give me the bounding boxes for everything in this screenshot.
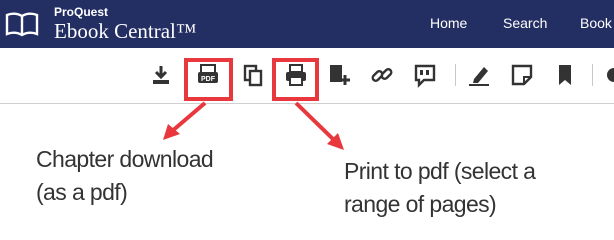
highlight-button[interactable] — [466, 62, 492, 88]
add-to-bookshelf-button[interactable] — [326, 62, 352, 88]
bookmark-button[interactable] — [552, 62, 578, 88]
arrow-to-chapter-download — [163, 101, 207, 140]
link-button[interactable] — [369, 62, 395, 88]
open-book-logo-icon[interactable] — [5, 10, 39, 38]
add-to-bookshelf-icon — [330, 65, 350, 85]
nav-home[interactable]: Home — [430, 15, 467, 31]
brand-ebook-central: Ebook Central™ — [54, 19, 197, 43]
print-highlight-box — [272, 58, 319, 101]
print-to-pdf-text: Print to pdf (select a range of pages) — [344, 158, 536, 217]
more-button[interactable] — [604, 62, 614, 88]
note-icon — [511, 64, 533, 86]
chapter-download-label: Chapter download (as a pdf) — [36, 143, 256, 209]
nav-search[interactable]: Search — [503, 15, 547, 31]
chapter-download-text: Chapter download (as a pdf) — [36, 146, 214, 205]
bookmark-icon — [559, 65, 571, 85]
toolbar-separator — [455, 64, 456, 86]
cite-icon — [414, 64, 436, 88]
download-icon — [153, 66, 169, 84]
copy-icon — [243, 64, 263, 87]
more-icon — [607, 68, 614, 82]
brand-proquest: ProQuest — [54, 5, 109, 19]
nav-books[interactable]: Book — [580, 15, 612, 31]
print-to-pdf-label: Print to pdf (select a range of pages) — [344, 155, 604, 221]
copy-button[interactable] — [240, 62, 266, 88]
highlight-icon — [469, 67, 489, 86]
download-button[interactable] — [148, 62, 174, 88]
toolbar-separator — [592, 64, 593, 86]
arrow-to-print-pdf — [294, 101, 344, 150]
note-button[interactable] — [509, 62, 535, 88]
pdf-highlight-box — [184, 58, 233, 101]
top-header: ProQuest Ebook Central™ Home Search Book — [0, 0, 614, 48]
cite-button[interactable] — [412, 62, 438, 88]
link-icon — [371, 68, 393, 82]
